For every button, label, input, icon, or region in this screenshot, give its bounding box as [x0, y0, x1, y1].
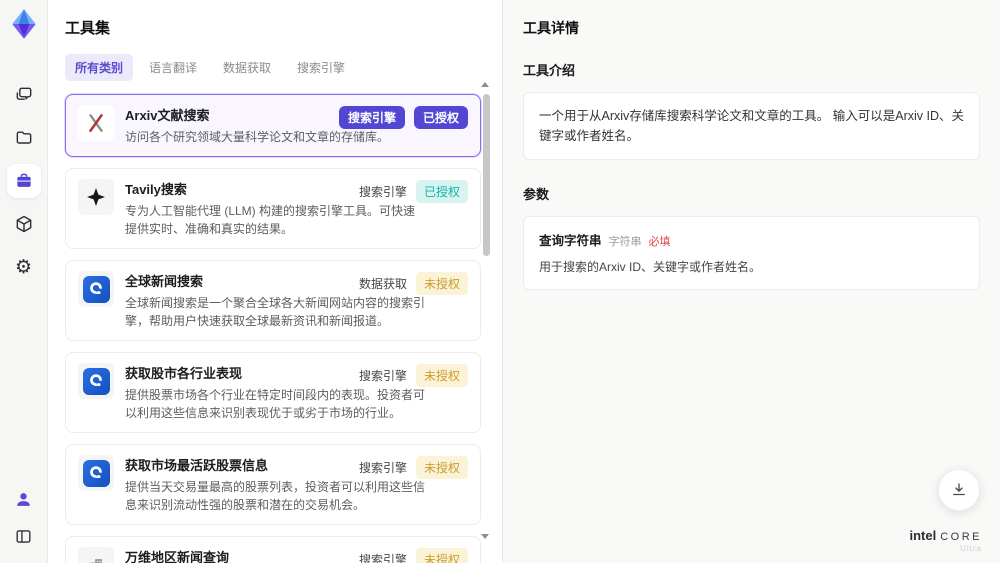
folder-icon	[16, 131, 31, 144]
status-badge: 未授权	[415, 364, 468, 387]
status-badge: 已授权	[415, 180, 468, 203]
blue-news-logo-icon	[78, 271, 114, 307]
tool-description: 访问各个研究领域大量科学论文和文章的存储库。	[125, 130, 390, 144]
param-card: 查询字符串 字符串 必填 用于搜索的Arxiv ID、关键字或作者姓名。	[523, 216, 980, 290]
tool-description: 专为人工智能代理 (LLM) 构建的搜索引擎工具。可快速提供实时、准确和真实的结…	[125, 204, 416, 236]
sidebar-item-files[interactable]	[7, 121, 41, 155]
tool-badges: 搜索引擎 未授权	[359, 364, 468, 387]
scrollbar-up-arrow[interactable]	[481, 82, 489, 87]
tool-description: 全球新闻搜索是一个聚合全球各大新闻网站内容的搜索引擎，帮助用户快速获取全球最新资…	[125, 296, 426, 328]
tool-description: 提供股票市场各个行业在特定时间段内的表现。投资者可以利用这些信息来识别表现优于或…	[125, 388, 426, 420]
avatar-person-icon	[17, 493, 30, 506]
tool-card-tavily[interactable]: Tavily搜索 专为人工智能代理 (LLM) 构建的搜索引擎工具。可快速提供实…	[65, 168, 481, 249]
tool-card-global-news[interactable]: 全球新闻搜索 全球新闻搜索是一个聚合全球各大新闻网站内容的搜索引擎，帮助用户快速…	[65, 260, 481, 341]
chat-icon	[16, 87, 31, 100]
status-badge: 已授权	[413, 106, 468, 129]
params-heading: 参数	[523, 187, 550, 202]
intro-card: 一个用于从Arxiv存储库搜索科学论文和文章的工具。 输入可以是Arxiv ID…	[523, 92, 980, 160]
user-avatar[interactable]	[14, 490, 33, 514]
tab-all-categories[interactable]: 所有类别	[65, 54, 134, 81]
param-type: 字符串	[608, 236, 642, 248]
tool-card-most-active-stocks[interactable]: 获取市场最活跃股票信息 提供当天交易量最高的股票列表，投资者可以利用这些信息来识…	[65, 444, 481, 525]
page-title: 工具集	[65, 20, 111, 37]
status-badge: 未授权	[415, 456, 468, 479]
collapse-panel-button[interactable]	[14, 527, 33, 551]
status-badge: 未授权	[415, 548, 468, 563]
blue-news-logo-icon	[78, 455, 114, 491]
sidebar: ⚙	[0, 0, 48, 563]
intro-text: 一个用于从Arxiv存储库搜索科学论文和文章的工具。 输入可以是Arxiv ID…	[539, 109, 965, 143]
intro-heading: 工具介绍	[523, 63, 576, 78]
status-badge: 未授权	[415, 272, 468, 295]
param-header-row: 查询字符串 字符串 必填	[539, 230, 964, 249]
tab-language-translation[interactable]: 语言翻译	[139, 54, 207, 81]
scrollbar-down-arrow[interactable]	[481, 534, 489, 539]
download-icon	[953, 483, 965, 496]
category-tabs: 所有类别 语言翻译 数据获取 搜索引擎	[65, 54, 480, 81]
category-label: 搜索引擎	[358, 461, 407, 475]
toolbox-icon	[16, 173, 31, 187]
sidebar-item-settings[interactable]: ⚙	[7, 250, 41, 284]
scrollbar-thumb[interactable]	[483, 94, 490, 256]
tab-search-engine[interactable]: 搜索引擎	[287, 54, 355, 81]
tool-card-sector-performance[interactable]: 获取股市各行业表现 提供股票市场各个行业在特定时间段内的表现。投资者可以利用这些…	[65, 352, 481, 433]
param-name: 查询字符串	[539, 234, 602, 248]
tool-badges: 搜索引擎 已授权	[338, 106, 468, 129]
sidebar-item-packages[interactable]	[7, 207, 41, 241]
sidebar-item-chat[interactable]	[7, 78, 41, 112]
tool-badges: 搜索引擎 已授权	[359, 180, 468, 203]
param-required-label: 必填	[648, 236, 671, 248]
panel-layout-icon	[16, 530, 31, 543]
tool-list-panel: 工具集 所有类别 语言翻译 数据获取 搜索引擎 Arxiv文献搜索 访问各个研究…	[48, 0, 502, 563]
blue-news-logo-icon	[78, 363, 114, 399]
category-label: 数据获取	[358, 277, 407, 291]
ultra-wordmark: Ultra	[960, 544, 982, 553]
tavily-star-logo-icon	[78, 179, 114, 215]
cube-icon	[16, 215, 31, 233]
app-window: ⚙ 工具集 所有类别 语言翻译 数据获取 搜索引擎 Arxiv文献搜索 访问各个…	[0, 0, 1000, 563]
app-logo-gem-icon	[11, 9, 36, 39]
intel-wordmark: intel	[909, 528, 937, 543]
core-wordmark: CORE	[940, 531, 982, 543]
tool-badges: 数据获取 未授权	[359, 272, 468, 295]
building-news-logo-icon	[78, 547, 114, 563]
tool-badges: 搜索引擎 未授权	[359, 548, 468, 563]
tool-detail-panel: 工具详情 工具介绍 一个用于从Arxiv存储库搜索科学论文和文章的工具。 输入可…	[502, 0, 1000, 563]
tool-card-regional-news[interactable]: 万维地区新闻查询 查询具体行政区划内的新闻，快速了解各地新闻动 搜索引擎 未授权	[65, 536, 481, 563]
param-description: 用于搜索的Arxiv ID、关键字或作者姓名。	[539, 260, 762, 274]
intel-core-logo: intel CORE Ultra	[909, 528, 982, 553]
arxiv-logo-icon	[78, 105, 114, 141]
sidebar-item-tools[interactable]	[6, 164, 41, 198]
detail-title: 工具详情	[523, 20, 579, 36]
category-label: 搜索引擎	[358, 185, 407, 199]
category-badge: 搜索引擎	[338, 106, 405, 129]
tool-description: 提供当天交易量最高的股票列表，投资者可以利用这些信息来识别流动性强的股票和潜在的…	[125, 480, 426, 512]
sidebar-nav: ⚙	[6, 78, 41, 284]
category-label: 搜索引擎	[358, 369, 407, 383]
download-button[interactable]	[938, 469, 980, 511]
gear-icon: ⚙	[14, 255, 33, 278]
tool-badges: 搜索引擎 未授权	[359, 456, 468, 479]
tool-card-list: Arxiv文献搜索 访问各个研究领域大量科学论文和文章的存储库。 搜索引擎 已授…	[65, 94, 481, 563]
category-label: 搜索引擎	[358, 553, 407, 563]
sidebar-bottom	[14, 490, 33, 551]
tool-card-arxiv[interactable]: Arxiv文献搜索 访问各个研究领域大量科学论文和文章的存储库。 搜索引擎 已授…	[65, 94, 481, 157]
tab-data-fetching[interactable]: 数据获取	[213, 54, 281, 81]
